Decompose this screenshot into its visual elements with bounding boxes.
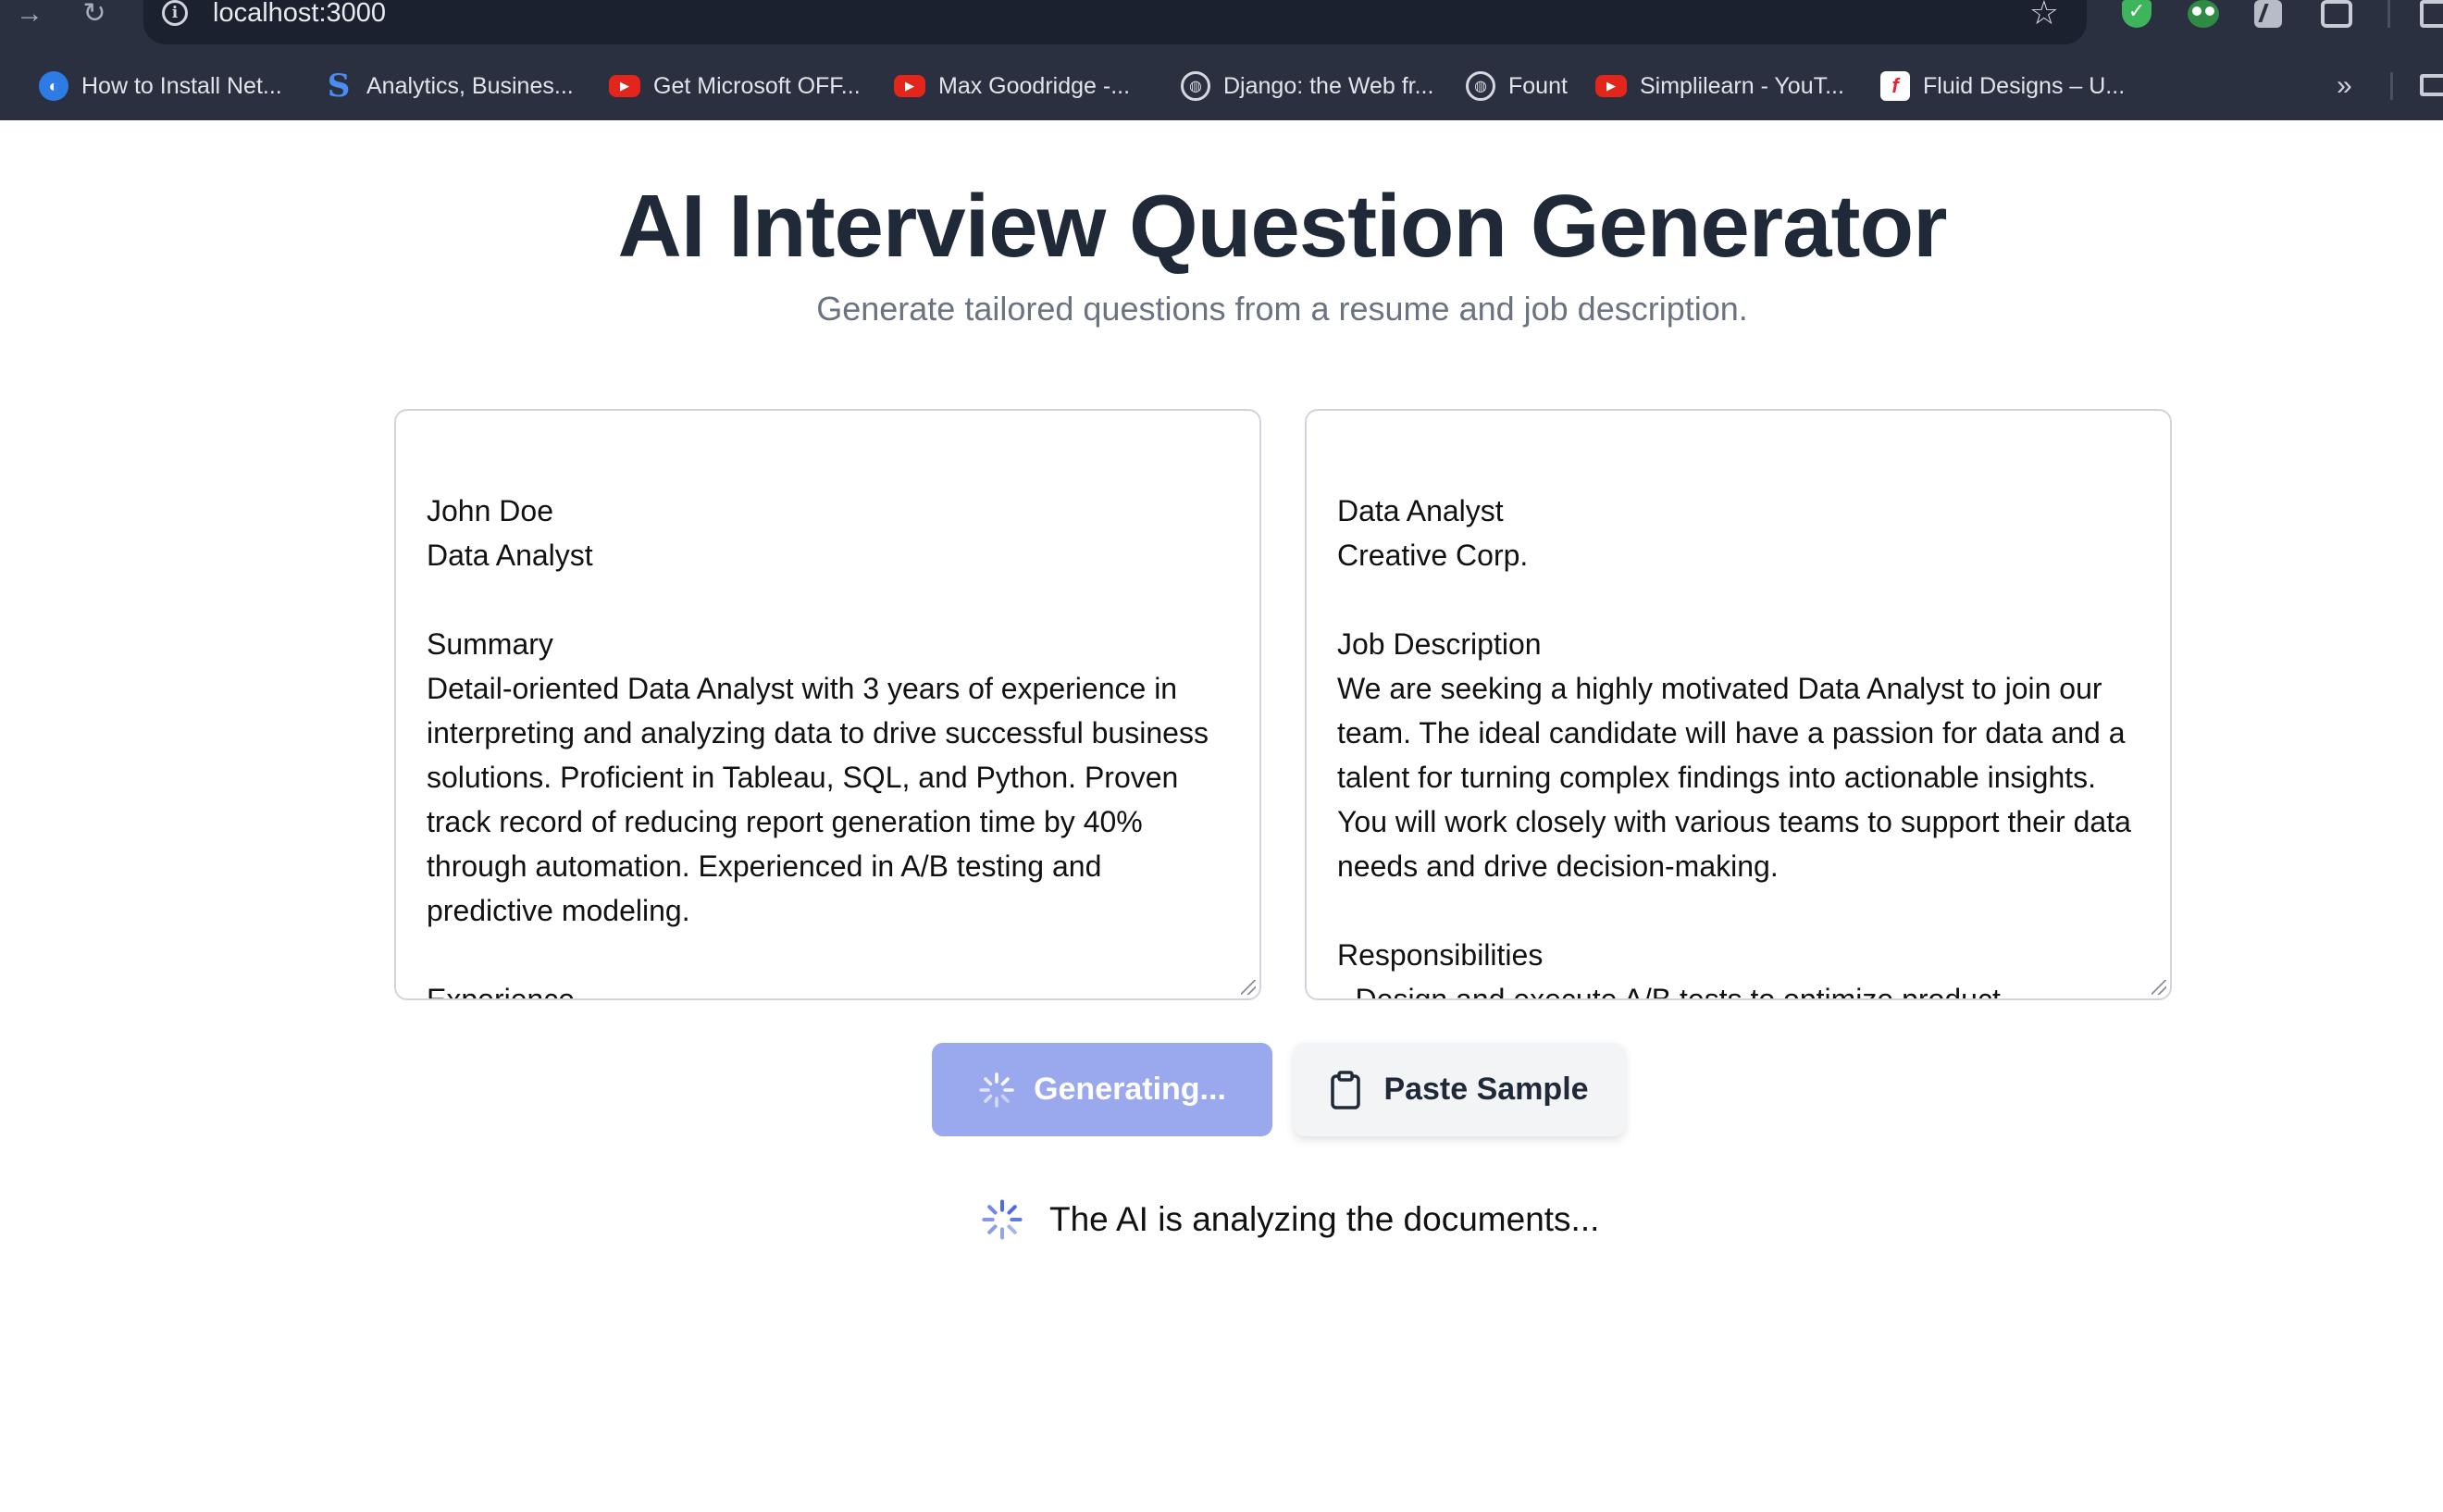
bookmark-label: Get Microsoft OFF... <box>653 72 861 99</box>
address-url[interactable]: localhost:3000 <box>213 0 386 28</box>
resume-text[interactable]: John Doe Data Analyst Summary Detail-ori… <box>427 489 1234 998</box>
address-bar[interactable]: i localhost:3000 ☆ <box>143 0 2087 44</box>
loading-spinner-icon <box>982 1199 1023 1240</box>
paste-sample-button[interactable]: Paste Sample <box>1294 1043 1625 1136</box>
bookmark-item[interactable]: ▶ Max Goodridge -... <box>894 63 1130 109</box>
bookmark-item[interactable]: S Analytics, Busines... <box>324 63 574 109</box>
bookmark-label: Simplilearn - YouT... <box>1640 72 1844 99</box>
loading-status-text: The AI is analyzing the documents... <box>1049 1200 1600 1238</box>
globe-icon: ◍ <box>1466 71 1495 101</box>
fluid-icon: f <box>1880 71 1910 101</box>
browser-chrome: → ↻ i localhost:3000 ☆ ◐ How to Install … <box>0 0 2443 120</box>
paste-sample-label: Paste Sample <box>1383 1072 1589 1107</box>
bookmark-label: Django: the Web fr... <box>1223 72 1434 99</box>
bookmark-item[interactable]: ◍ Django: the Web fr... <box>1181 63 1433 109</box>
job-description-text[interactable]: Data Analyst Creative Corp. Job Descript… <box>1337 489 2144 998</box>
bookmark-label: Analytics, Busines... <box>366 72 574 99</box>
generate-button-label: Generating... <box>1034 1072 1226 1107</box>
bookmark-item[interactable]: ▶ Simplilearn - YouT... <box>1595 63 1844 109</box>
more-bookmarks-icon[interactable]: » <box>2337 63 2352 109</box>
reload-icon[interactable]: ↻ <box>76 0 113 33</box>
s-logo-icon: S <box>327 68 351 105</box>
page-subtitle: Generate tailored questions from a resum… <box>816 290 1748 328</box>
bookmarks-bar: ◐ How to Install Net... S Analytics, Bus… <box>0 63 2443 109</box>
resize-handle-icon[interactable] <box>1241 980 1256 995</box>
job-description-textarea[interactable]: Data Analyst Creative Corp. Job Descript… <box>1305 409 2172 1000</box>
blue-globe-icon: ◐ <box>39 71 68 101</box>
bookmark-label: How to Install Net... <box>81 72 282 99</box>
youtube-icon: ▶ <box>1595 75 1627 97</box>
youtube-icon: ▶ <box>894 75 925 97</box>
tab-search-icon[interactable] <box>2420 0 2443 28</box>
bookmark-label: Max Goodridge -... <box>938 72 1131 99</box>
page-title: AI Interview Question Generator <box>617 177 1948 276</box>
extensions-puzzle-icon[interactable] <box>2321 0 2352 28</box>
clipboard-icon <box>1331 1070 1361 1109</box>
site-info-icon[interactable]: i <box>162 0 188 26</box>
generate-button[interactable]: Generating... <box>932 1043 1272 1136</box>
resume-textarea[interactable]: John Doe Data Analyst Summary Detail-ori… <box>394 409 1261 1000</box>
browser-toolbar: → ↻ i localhost:3000 ☆ <box>0 0 2443 46</box>
bookmark-item[interactable]: f Fluid Designs – U... <box>1880 63 2125 109</box>
globe-icon: ◍ <box>1181 71 1210 101</box>
folder-icon[interactable] <box>2420 74 2443 96</box>
note-extension-icon[interactable] <box>2254 0 2282 28</box>
resize-handle-icon[interactable] <box>2152 980 2166 995</box>
bookmark-item[interactable]: ▶ Get Microsoft OFF... <box>609 63 861 109</box>
owl-extension-icon[interactable] <box>2188 0 2219 28</box>
forward-icon[interactable]: → <box>11 0 48 33</box>
toolbar-divider <box>2387 0 2390 28</box>
shield-extension-icon[interactable] <box>2122 0 2152 28</box>
bookmark-item[interactable]: ◍ Fount <box>1466 63 1568 109</box>
bookmark-label: Fluid Designs – U... <box>1923 72 2126 99</box>
bookmarks-divider <box>2390 72 2393 100</box>
bookmark-label: Fount <box>1508 72 1568 99</box>
bookmark-star-icon[interactable]: ☆ <box>2029 0 2059 30</box>
loading-status: The AI is analyzing the documents... <box>981 1196 1599 1244</box>
bookmark-item[interactable]: ◐ How to Install Net... <box>39 63 282 109</box>
youtube-icon: ▶ <box>609 75 640 97</box>
spinner-icon <box>979 1072 1014 1108</box>
